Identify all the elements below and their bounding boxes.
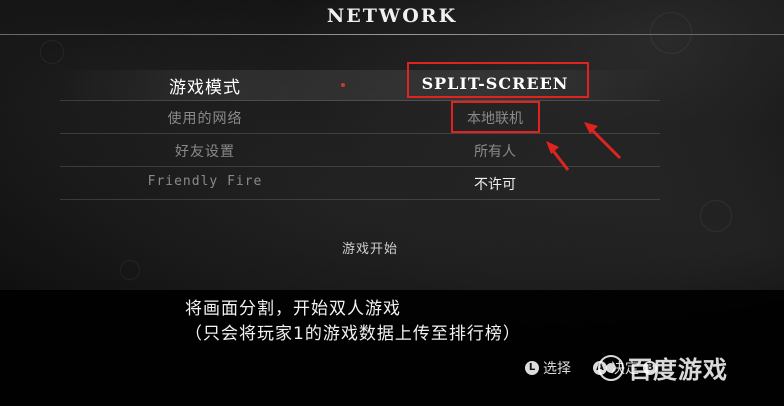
menu-row-label: Friendly Fire: [147, 174, 263, 189]
highlight-box-network: [451, 101, 540, 133]
menu-row-value: 不许可: [474, 177, 516, 193]
baidu-paw-icon: [598, 354, 624, 381]
stick-button-icon: L: [525, 361, 539, 375]
hint-select-label: 选择: [543, 361, 571, 377]
menu-row-friendly-fire[interactable]: Friendly Fire 不许可: [60, 169, 660, 200]
grunge-spot: [40, 40, 64, 64]
menu-row-label: 使用的网络: [167, 111, 243, 127]
menu-row-friend-settings[interactable]: 好友设置 所有人: [60, 136, 660, 167]
grunge-spot: [120, 260, 140, 280]
highlight-box-game-mode: [407, 62, 589, 98]
menu-row-network[interactable]: 使用的网络 本地联机: [60, 103, 660, 134]
page-title: NETWORK: [326, 5, 458, 27]
title-divider: [120, 34, 680, 35]
menu-row-label: 游戏模式: [169, 78, 241, 98]
description-text: 将画面分割，开始双人游戏 （只会将玩家1的游戏数据上传至排行榜）: [185, 297, 521, 347]
menu-row-label: 好友设置: [175, 144, 235, 160]
description-line-1: 将画面分割，开始双人游戏: [185, 299, 401, 319]
watermark-text: 百度游戏: [628, 356, 728, 384]
menu-row-value: 所有人: [474, 144, 516, 160]
watermark: 百度游戏: [598, 350, 728, 385]
start-game-button[interactable]: 游戏开始: [330, 238, 410, 257]
description-line-2: （只会将玩家1的游戏数据上传至排行榜）: [185, 324, 521, 344]
grunge-spot: [700, 200, 732, 232]
title-bar: NETWORK: [0, 0, 784, 35]
selection-dot-icon: [341, 83, 345, 87]
